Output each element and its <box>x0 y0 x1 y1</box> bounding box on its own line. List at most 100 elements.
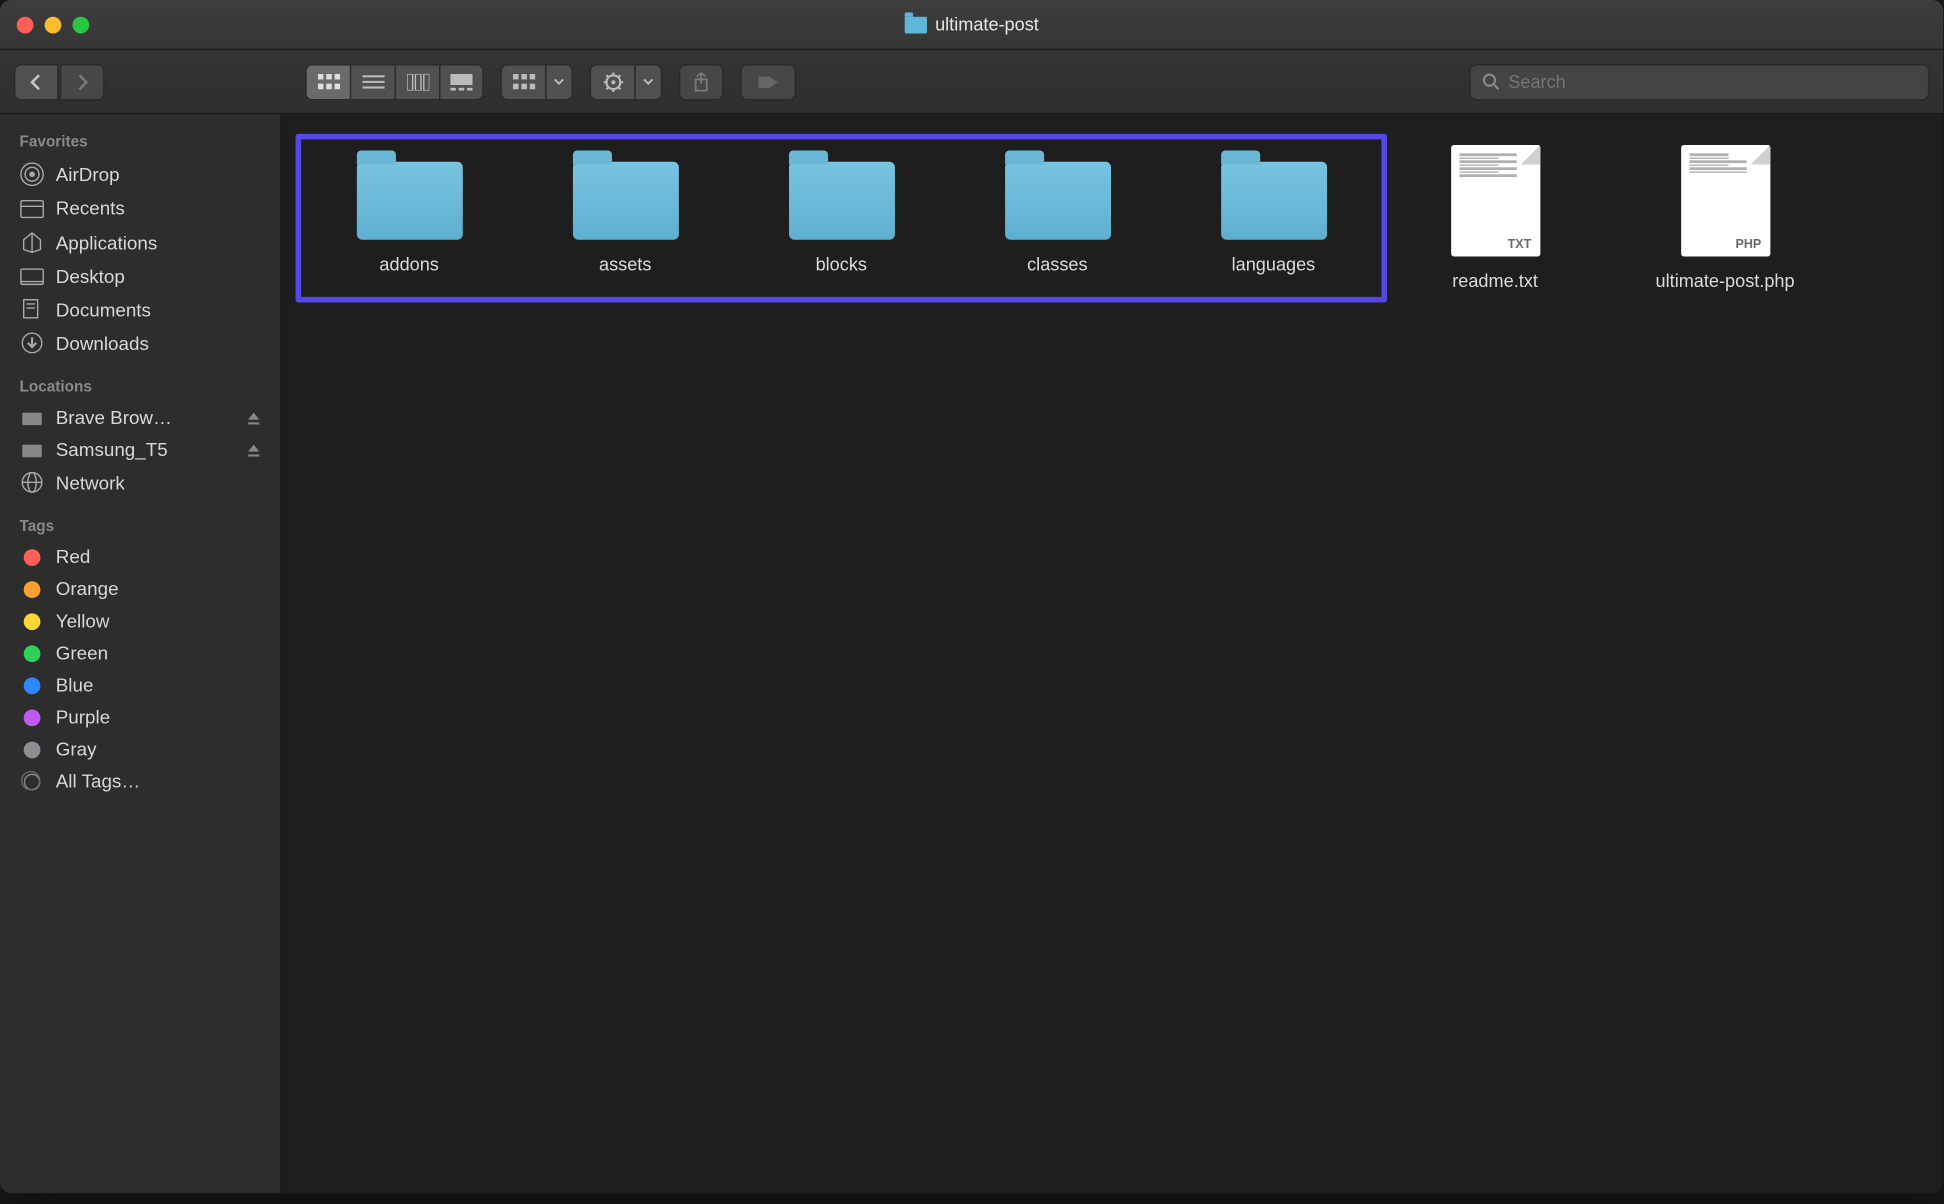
action-segment <box>590 63 662 99</box>
gallery-view-button[interactable] <box>439 63 484 99</box>
sidebar-item-label: Applications <box>56 232 157 253</box>
downloads-icon <box>20 332 45 354</box>
chevron-right-icon <box>75 73 89 90</box>
folder-icon <box>1004 162 1110 240</box>
sidebar-item-label: Samsung_T5 <box>56 439 168 460</box>
group-by-button[interactable] <box>500 63 545 99</box>
gallery-icon <box>450 73 472 90</box>
sidebar-tag-blue[interactable]: Blue <box>0 669 280 701</box>
sidebar-header: Locations <box>0 374 280 402</box>
folder-item[interactable]: languages <box>1165 139 1381 297</box>
search-input[interactable] <box>1508 71 1916 92</box>
sidebar-item-airdrop[interactable]: AirDrop <box>0 156 280 192</box>
eject-icon[interactable] <box>247 411 261 425</box>
folder-item[interactable]: assets <box>517 139 733 297</box>
tag-dot-icon <box>24 741 41 758</box>
tag-dot-icon <box>24 613 41 630</box>
group-segment <box>500 63 572 99</box>
sidebar-item-label: Documents <box>56 299 151 320</box>
toolbar <box>0 50 1943 114</box>
desktop-icon <box>20 267 45 287</box>
sidebar-item-samsung[interactable]: Samsung_T5 <box>0 434 280 466</box>
item-label: languages <box>1232 254 1316 275</box>
chevron-down-icon <box>553 77 564 85</box>
documents-icon <box>20 298 45 320</box>
sidebar-section-tags: Tags Red Orange Yellow Green <box>0 513 280 797</box>
sidebar-tag-red[interactable]: Red <box>0 541 280 573</box>
item-label: assets <box>599 254 651 275</box>
sidebar-item-downloads[interactable]: Downloads <box>0 326 280 359</box>
group-dropdown-button[interactable] <box>545 63 573 99</box>
sidebar-tag-orange[interactable]: Orange <box>0 573 280 605</box>
forward-button[interactable] <box>60 63 105 99</box>
item-label: addons <box>379 254 438 275</box>
sidebar-tag-green[interactable]: Green <box>0 637 280 669</box>
chevron-left-icon <box>29 73 43 90</box>
item-label: blocks <box>816 254 867 275</box>
window-title-text: ultimate-post <box>935 14 1039 35</box>
folder-item[interactable]: addons <box>301 139 517 297</box>
share-button[interactable] <box>679 63 724 99</box>
back-button[interactable] <box>14 63 59 99</box>
recents-icon <box>20 199 45 219</box>
sidebar-item-label: Downloads <box>56 332 149 353</box>
sidebar-item-documents[interactable]: Documents <box>0 293 280 326</box>
action-menu-button[interactable] <box>590 63 635 99</box>
sidebar-item-label: Red <box>56 546 91 567</box>
body: Favorites AirDrop Recents <box>0 114 1943 1193</box>
tag-icon <box>756 73 781 90</box>
folder-item[interactable]: classes <box>949 139 1165 297</box>
sidebar-tag-purple[interactable]: Purple <box>0 701 280 733</box>
airdrop-icon <box>20 162 45 187</box>
tag-dot-icon <box>24 549 41 566</box>
selection-highlight: addons assets blocks classes languages <box>296 134 1388 303</box>
list-view-button[interactable] <box>350 63 395 99</box>
sidebar-item-brave[interactable]: Brave Brow… <box>0 401 280 433</box>
sidebar-item-label: Desktop <box>56 266 125 287</box>
disk-icon <box>20 440 45 460</box>
content-area[interactable]: addons assets blocks classes languages <box>282 114 1944 1193</box>
sidebar: Favorites AirDrop Recents <box>0 114 282 1193</box>
file-item[interactable]: TXT readme.txt <box>1387 134 1603 303</box>
eject-icon[interactable] <box>247 443 261 457</box>
tags-button[interactable] <box>740 63 796 99</box>
tag-dot-icon <box>24 709 41 726</box>
sidebar-section-favorites: Favorites AirDrop Recents <box>0 128 280 359</box>
folder-item[interactable]: blocks <box>733 139 949 297</box>
folder-icon <box>904 16 926 33</box>
gear-icon <box>602 72 624 92</box>
sidebar-item-recents[interactable]: Recents <box>0 192 280 224</box>
search-field[interactable] <box>1469 63 1929 99</box>
share-icon <box>693 72 710 92</box>
action-dropdown-button[interactable] <box>634 63 662 99</box>
maximize-window-button[interactable] <box>72 16 89 33</box>
applications-icon <box>20 230 45 255</box>
item-label: readme.txt <box>1452 270 1538 291</box>
file-item[interactable]: PHP ultimate-post.php <box>1603 134 1847 303</box>
icon-view-button[interactable] <box>305 63 350 99</box>
sidebar-section-locations: Locations Brave Brow… Samsung_T5 <box>0 374 280 499</box>
sidebar-item-label: Recents <box>56 198 125 219</box>
sidebar-item-network[interactable]: Network <box>0 466 280 499</box>
sidebar-item-desktop[interactable]: Desktop <box>0 261 280 293</box>
sidebar-tag-all[interactable]: All Tags… <box>0 765 280 797</box>
folder-icon <box>788 162 894 240</box>
folder-icon <box>572 162 678 240</box>
file-icon: PHP <box>1680 145 1769 257</box>
minimize-window-button[interactable] <box>45 16 62 33</box>
sidebar-tag-gray[interactable]: Gray <box>0 733 280 765</box>
sidebar-item-label: Gray <box>56 739 97 760</box>
file-icon: TXT <box>1450 145 1539 257</box>
file-extension-label: TXT <box>1508 237 1532 251</box>
finder-window: ultimate-post <box>0 0 1943 1193</box>
all-tags-icon <box>24 773 41 790</box>
column-view-button[interactable] <box>395 63 440 99</box>
sidebar-item-applications[interactable]: Applications <box>0 224 280 260</box>
close-window-button[interactable] <box>17 16 34 33</box>
nav-buttons <box>14 63 105 99</box>
group-icon <box>512 73 534 90</box>
disk-icon <box>20 408 45 428</box>
sidebar-item-label: Green <box>56 643 108 664</box>
sidebar-tag-yellow[interactable]: Yellow <box>0 605 280 637</box>
grid-icon <box>317 73 339 90</box>
